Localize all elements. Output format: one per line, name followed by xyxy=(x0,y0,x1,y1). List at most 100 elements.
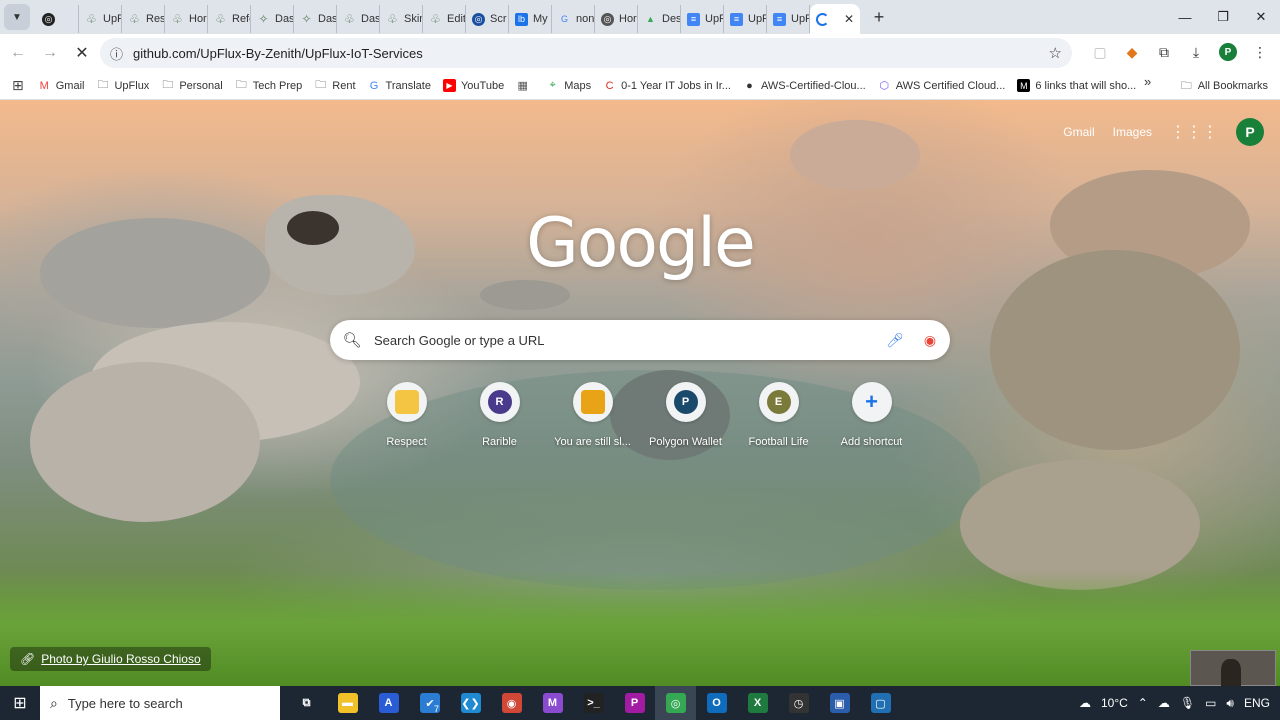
taskbar-app-chrome-red[interactable]: ◉ xyxy=(491,686,532,720)
url-text[interactable]: github.com/UpFlux-By-Zenith/UpFlux-IoT-S… xyxy=(133,46,423,61)
tab-4[interactable]: ♧ Refe xyxy=(208,5,251,33)
photo-credit-link[interactable]: 🔗︎ Photo by Giulio Rosso Chioso xyxy=(10,647,211,671)
bookmark-1[interactable]: 🗀 UpFlux xyxy=(90,74,155,98)
bookmark-star-icon[interactable]: ☆ xyxy=(1049,44,1062,62)
shortcut-tile[interactable]: E Football Life xyxy=(732,382,825,448)
youtube-icon: ▶ xyxy=(442,79,456,92)
close-window-button[interactable]: ✕ xyxy=(1242,0,1280,34)
tab-17[interactable]: ≡ UpF xyxy=(767,5,810,33)
tab-0[interactable]: ◎ xyxy=(36,5,79,33)
add-shortcut-button[interactable]: + Add shortcut xyxy=(825,382,918,448)
taskbar-app-app-last[interactable]: ▢ xyxy=(860,686,901,720)
stop-button[interactable]: ✕ xyxy=(68,39,96,67)
site-info-icon[interactable]: ⓘ xyxy=(110,44,123,63)
language-indicator[interactable]: ENG xyxy=(1244,696,1270,710)
tab-1[interactable]: ♧ UpF xyxy=(79,5,122,33)
maximize-button[interactable]: ❐ xyxy=(1204,0,1242,34)
weather-icon[interactable]: ☁ xyxy=(1079,696,1091,710)
bookmark-8[interactable]: ⌖ Maps xyxy=(540,74,597,98)
gmail-link[interactable]: Gmail xyxy=(1063,125,1094,139)
taskbar-search-input[interactable] xyxy=(67,695,248,711)
minimize-button[interactable]: — xyxy=(1166,0,1204,34)
taskbar-app-jetbrains[interactable]: P xyxy=(614,686,655,720)
account-avatar[interactable]: P xyxy=(1236,118,1264,146)
shortcut-tile[interactable]: Respect xyxy=(360,382,453,448)
start-button[interactable]: ⊞ xyxy=(0,686,40,720)
taskbar-app-vscode[interactable]: ❮❯ xyxy=(450,686,491,720)
tab-16[interactable]: ≡ UpF xyxy=(724,5,767,33)
taskbar-search[interactable]: ⌕ xyxy=(40,686,280,720)
google-lens-icon[interactable]: ◉ xyxy=(910,332,950,349)
extension-icon[interactable]: ▢ xyxy=(1086,38,1114,66)
downloads-icon[interactable]: ⤓ xyxy=(1182,38,1210,66)
active-tab[interactable]: ✕ xyxy=(810,4,860,34)
menu-kebab-icon[interactable]: ⋮ xyxy=(1246,38,1274,66)
tab-8[interactable]: ♧ Skin xyxy=(380,5,423,33)
taskbar-app-azure[interactable]: A xyxy=(368,686,409,720)
tab-5[interactable]: ✧ Das xyxy=(251,5,294,33)
extensions-puzzle-icon[interactable]: ⧉ xyxy=(1150,38,1178,66)
taskbar-app-chrome[interactable]: ◎ xyxy=(655,686,696,720)
taskbar-app-clock[interactable]: ◷ xyxy=(778,686,819,720)
bookmark-7[interactable]: ▦ xyxy=(510,74,540,98)
taskbar-app-outlook[interactable]: O xyxy=(696,686,737,720)
tab-15[interactable]: ≡ UpF xyxy=(681,5,724,33)
search-input[interactable] xyxy=(374,332,880,348)
taskbar-app-remote-desktop[interactable]: ▣ xyxy=(819,686,860,720)
tab-12[interactable]: Gnon xyxy=(552,5,595,33)
back-button[interactable]: ← xyxy=(4,39,32,67)
leaf-icon: ♧ xyxy=(215,12,226,26)
profile-button[interactable]: P xyxy=(1214,38,1242,66)
forward-button[interactable]: → xyxy=(36,39,64,67)
taskbar-app-file-explorer[interactable]: ▬ xyxy=(327,686,368,720)
tab-2[interactable]: ♧ Res xyxy=(122,5,165,33)
shortcut-tile[interactable]: R Rarible xyxy=(453,382,546,448)
taskbar-app-excel[interactable]: X xyxy=(737,686,778,720)
tab-search-button[interactable]: ▼ xyxy=(4,4,30,30)
images-link[interactable]: Images xyxy=(1113,125,1152,139)
taskbar-app-task-view[interactable]: ⧉ xyxy=(286,686,327,720)
tab-10[interactable]: ◎ Scr xyxy=(466,5,509,33)
close-tab-button[interactable]: ✕ xyxy=(844,12,854,26)
address-bar[interactable]: ⓘ github.com/UpFlux-By-Zenith/UpFlux-IoT… xyxy=(100,38,1072,68)
shortcut-tile[interactable]: P Polygon Wallet xyxy=(639,382,732,448)
voice-search-icon[interactable]: 🎤︎ xyxy=(880,332,910,349)
bookmark-6[interactable]: ▶ YouTube xyxy=(437,74,510,98)
bookmark-2[interactable]: 🗀 Personal xyxy=(155,74,228,98)
arrow-right-icon: → xyxy=(42,44,58,61)
favicon: E xyxy=(766,390,791,414)
tab-3[interactable]: ♧ Hor xyxy=(165,5,208,33)
new-tab-button[interactable]: + xyxy=(866,4,892,30)
metamask-fox-icon[interactable]: ◆ xyxy=(1118,38,1146,66)
bookmarks-overflow-button[interactable]: » xyxy=(1144,74,1151,89)
tab-14[interactable]: ▲ Des xyxy=(638,5,681,33)
bookmark-0[interactable]: M Gmail xyxy=(32,74,91,98)
bookmark-9[interactable]: C 0-1 Year IT Jobs in Ir... xyxy=(597,74,737,98)
taskbar-app-terminal[interactable]: >_ xyxy=(573,686,614,720)
onedrive-icon[interactable]: ☁ xyxy=(1158,696,1170,710)
search-box[interactable]: 🔍︎ 🎤︎ ◉ xyxy=(330,320,950,360)
taskbar-app-todo[interactable]: ✔ 7 xyxy=(409,686,450,720)
apps-grid-icon[interactable]: ⊞ xyxy=(12,77,24,94)
folder-icon: 🗀 xyxy=(1180,79,1192,92)
tab-7[interactable]: ♧ Das xyxy=(337,5,380,33)
bookmark-11[interactable]: ⬡ AWS Certified Cloud... xyxy=(872,74,1012,98)
shortcut-tile[interactable]: You are still sl... xyxy=(546,382,639,448)
tray-overflow-icon[interactable]: ⌃ xyxy=(1138,696,1148,710)
taskbar-app-visual-studio[interactable]: M xyxy=(532,686,573,720)
weather-text[interactable]: 10°C xyxy=(1101,696,1128,710)
tab-13[interactable]: ◎ Hor xyxy=(595,5,638,33)
volume-icon[interactable]: 🔊︎ xyxy=(1226,696,1234,711)
tab-11[interactable]: lb My xyxy=(509,5,552,33)
bookmark-3[interactable]: 🗀 Tech Prep xyxy=(229,74,309,98)
bookmark-10[interactable]: ● AWS-Certified-Clou... xyxy=(737,74,872,98)
battery-icon[interactable]: ▭ xyxy=(1205,696,1216,710)
tab-9[interactable]: ♧ Edit xyxy=(423,5,466,33)
google-apps-icon[interactable]: ⋮⋮⋮ xyxy=(1170,122,1218,142)
bookmark-5[interactable]: G Translate xyxy=(362,74,437,98)
all-bookmarks-button[interactable]: 🗀 All Bookmarks xyxy=(1174,74,1274,98)
bookmark-4[interactable]: 🗀 Rent xyxy=(308,74,361,98)
microphone-icon[interactable]: 🎙︎ xyxy=(1180,696,1195,710)
tab-6[interactable]: ✧ Das xyxy=(294,5,337,33)
bookmark-12[interactable]: M 6 links that will sho... xyxy=(1011,74,1142,98)
